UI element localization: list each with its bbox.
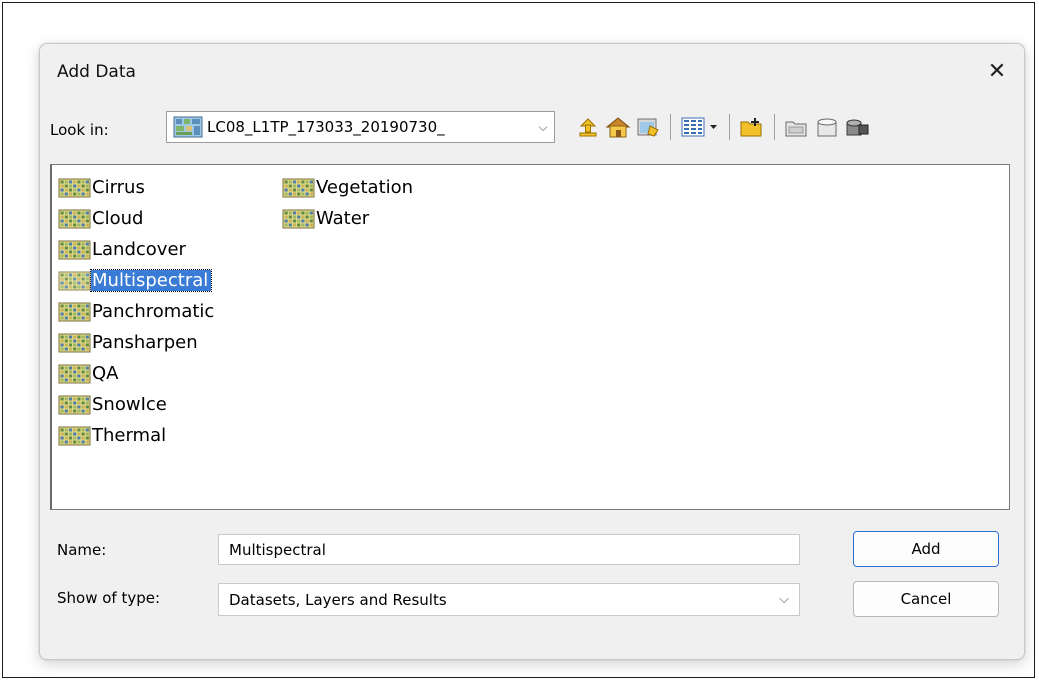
view-options-icon[interactable] xyxy=(678,112,722,142)
show-of-type-label: Show of type: xyxy=(57,589,161,607)
file-list-item-label: Water xyxy=(316,208,370,229)
file-list-item-label: Vegetation xyxy=(316,177,414,198)
chevron-down-icon[interactable]: ⌵ xyxy=(532,120,554,135)
file-list-item[interactable]: Cloud xyxy=(58,205,146,232)
raster-dataset-icon xyxy=(58,302,91,321)
name-input[interactable]: Multispectral xyxy=(218,534,800,565)
file-list-item-label: Panchromatic xyxy=(92,301,215,322)
raster-dataset-icon xyxy=(282,178,315,197)
new-file-geodatabase-icon[interactable] xyxy=(782,112,812,142)
file-list-item[interactable]: Panchromatic xyxy=(58,298,217,325)
dialog-title: Add Data xyxy=(57,62,136,82)
new-folder-icon[interactable] xyxy=(737,112,767,142)
raster-dataset-icon xyxy=(58,271,91,290)
show-of-type-value: Datasets, Layers and Results xyxy=(229,590,447,609)
raster-dataset-icon xyxy=(282,209,315,228)
look-in-label: Look in: xyxy=(50,121,109,139)
toolbar-separator xyxy=(774,114,775,140)
up-one-level-icon[interactable] xyxy=(573,112,603,142)
show-of-type-dropdown[interactable]: Datasets, Layers and Results ⌵ xyxy=(218,583,800,616)
look-in-dropdown[interactable]: LC08_L1TP_173033_20190730_ ⌵ xyxy=(166,111,555,143)
file-list-item[interactable]: QA xyxy=(58,360,121,387)
add-button[interactable]: Add xyxy=(853,531,999,567)
file-list-item[interactable]: Multispectral xyxy=(58,267,213,294)
file-list[interactable]: Cirrus Cloud Landcover Multispectral Panchro… xyxy=(50,164,1010,510)
file-list-item-label: Cirrus xyxy=(92,177,145,198)
close-icon[interactable]: ✕ xyxy=(982,56,1012,86)
look-in-value: LC08_L1TP_173033_20190730_ xyxy=(207,118,445,136)
toolbar-separator xyxy=(729,114,730,140)
cancel-button[interactable]: Cancel xyxy=(853,581,999,617)
file-list-item-label: SnowIce xyxy=(92,394,167,415)
file-list-item[interactable]: Vegetation xyxy=(282,174,416,201)
name-label: Name: xyxy=(57,541,107,559)
raster-dataset-icon xyxy=(58,395,91,414)
file-list-item[interactable]: Water xyxy=(282,205,372,232)
file-list-item-label: Cloud xyxy=(92,208,144,229)
add-data-dialog: Add Data ✕ Look in: LC08_L1TP_173033_201… xyxy=(39,43,1025,660)
toolbar-separator xyxy=(670,114,671,140)
file-list-item[interactable]: Cirrus xyxy=(58,174,148,201)
raster-dataset-icon xyxy=(58,178,91,197)
file-list-item-label: Pansharpen xyxy=(92,332,198,353)
connect-to-folder-icon[interactable] xyxy=(633,112,663,142)
file-list-item-label: QA xyxy=(92,363,119,384)
file-list-item[interactable]: SnowIce xyxy=(58,391,170,418)
chevron-down-icon[interactable]: ⌵ xyxy=(779,592,789,607)
file-list-item-label: Thermal xyxy=(92,425,167,446)
home-icon[interactable] xyxy=(603,112,633,142)
file-list-item[interactable]: Landcover xyxy=(58,236,189,263)
file-list-item-label: Landcover xyxy=(92,239,186,260)
raster-dataset-icon xyxy=(58,240,91,259)
raster-dataset-icon xyxy=(58,364,91,383)
file-list-item-label: Multispectral xyxy=(89,269,213,292)
toolbar xyxy=(573,110,872,144)
raster-dataset-icon xyxy=(58,209,91,228)
raster-dataset-icon xyxy=(58,426,91,445)
screenshot-frame: Add Data ✕ Look in: LC08_L1TP_173033_201… xyxy=(2,2,1035,678)
file-list-item[interactable]: Thermal xyxy=(58,422,169,449)
raster-workspace-icon xyxy=(173,116,203,138)
file-list-item[interactable]: Pansharpen xyxy=(58,329,201,356)
new-database-connection-icon[interactable] xyxy=(842,112,872,142)
raster-dataset-icon xyxy=(58,333,91,352)
new-personal-geodatabase-icon[interactable] xyxy=(812,112,842,142)
